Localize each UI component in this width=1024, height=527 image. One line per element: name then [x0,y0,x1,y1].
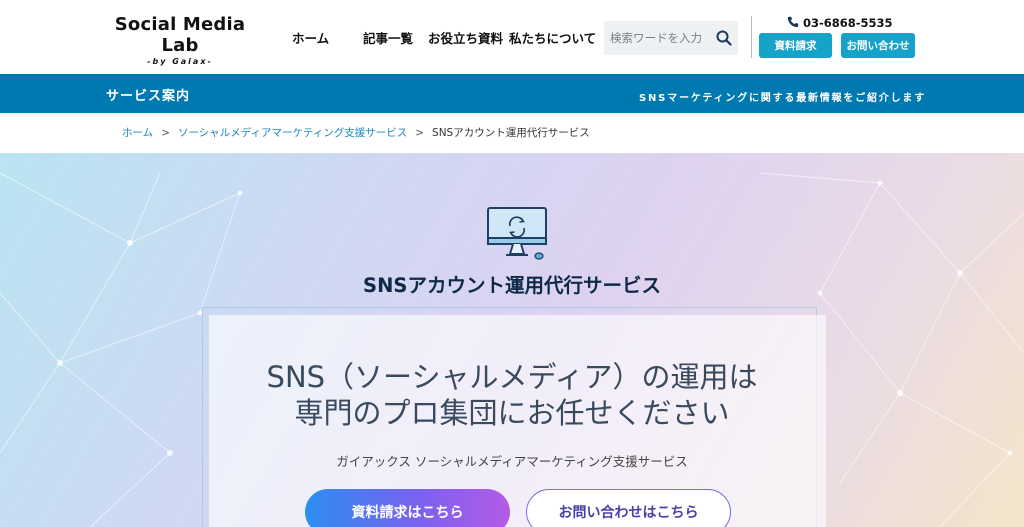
hero-headline: SNS（ソーシャルメディア）の運用は 専門のプロ集団にお任せください [0,359,1024,431]
search-box [604,21,738,55]
site-logo[interactable]: Social Media Lab -by Gaiax- [110,14,250,66]
logo-main-text: Social Media Lab [114,14,246,56]
phone-icon [787,16,799,28]
search-icon[interactable] [716,30,732,46]
nav-item-about[interactable]: 私たちについて [509,28,596,47]
nav-item-articles[interactable]: 記事一覧 [363,28,413,47]
contact-button[interactable]: お問い合わせ [841,33,915,58]
section-title: サービス案内 [106,89,191,104]
request-docs-cta-button[interactable]: 資料請求はこちら [305,489,510,527]
hero-headline-line2: 専門のプロ集団にお任せください [294,396,730,430]
section-tagline: SNSマーケティングに関する最新情報をご紹介します [639,93,926,104]
phone-number[interactable]: 03-6868-5535 [787,16,893,30]
logo-sub-text: -by Gaiax- [147,57,213,66]
nav-item-home[interactable]: ホーム [292,28,329,47]
contact-cta-button[interactable]: お問い合わせはこちら [526,489,731,527]
section-bar: サービス案内 SNSマーケティングに関する最新情報をご紹介します [0,74,1024,113]
breadcrumb-separator: > [161,127,170,139]
breadcrumb: ホーム > ソーシャルメディアマーケティング支援サービス > SNSアカウント運用代行サ… [122,125,590,140]
nav-item-resources[interactable]: お役立ち資料 [428,28,503,47]
header-divider [751,16,752,58]
monitor-sync-icon [487,207,547,260]
breadcrumb-parent-link[interactable]: ソーシャルメディアマーケティング支援サービス [178,127,407,139]
search-input[interactable] [610,21,714,55]
breadcrumb-home-link[interactable]: ホーム [122,127,153,139]
site-header: Social Media Lab -by Gaiax- ホーム 記事一覧 お役立… [0,0,1024,74]
request-docs-button[interactable]: 資料請求 [759,33,832,58]
service-title: SNSアカウント運用代行サービス [363,274,661,297]
hero-headline-line1: SNS（ソーシャルメディア）の運用は [266,360,758,394]
breadcrumb-separator: > [415,127,425,139]
hero-subline: ガイアックス ソーシャルメディアマーケティング支援サービス [336,454,688,469]
breadcrumb-current: SNSアカウント運用代行サービス [432,127,590,139]
hero-section: SNSアカウント運用代行サービス SNS（ソーシャルメディア）の運用は 専門のプ… [0,153,1024,527]
phone-number-text: 03-6868-5535 [803,16,893,30]
